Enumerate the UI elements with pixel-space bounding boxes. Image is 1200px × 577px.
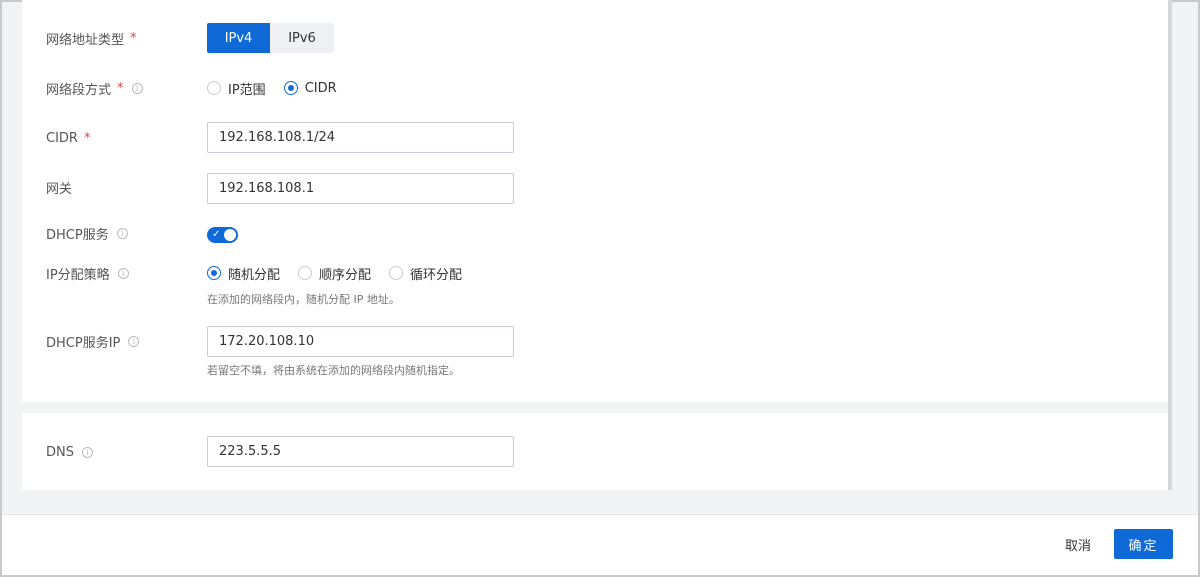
radio-round-robin[interactable]: 循环分配 xyxy=(389,264,462,283)
ip-strategy-label: IP分配策略 i xyxy=(46,263,129,283)
address-type-label: 网络地址类型 * xyxy=(46,28,137,48)
network-settings-card xyxy=(22,0,1168,402)
radio-cidr[interactable]: CIDR xyxy=(283,80,337,96)
ipv6-option[interactable]: IPv6 xyxy=(270,23,334,53)
info-icon[interactable]: i xyxy=(117,267,129,279)
address-type-segmented: IPv4 IPv6 xyxy=(207,23,334,53)
address-type-label-text: 网络地址类型 xyxy=(46,32,125,48)
info-icon[interactable]: i xyxy=(128,335,140,347)
dialog-footer xyxy=(2,514,1198,575)
segment-mode-label: 网络段方式 * i xyxy=(46,78,143,98)
cidr-input[interactable] xyxy=(207,122,514,153)
toggle-knob xyxy=(224,229,236,241)
segment-mode-radio-group: IP范围 CIDR xyxy=(207,78,355,98)
info-icon[interactable]: i xyxy=(116,227,128,239)
dns-label-text: DNS xyxy=(46,444,74,460)
dhcp-ip-hint: 若留空不填，将由系统在添加的网络段内随机指定。 xyxy=(207,364,460,377)
dhcp-ip-label-text: DHCP服务IP xyxy=(46,335,121,351)
radio-unchecked-icon xyxy=(389,266,404,280)
radio-checked-icon xyxy=(207,266,221,280)
dhcp-service-label-text: DHCP服务 xyxy=(46,227,109,243)
dns-input[interactable] xyxy=(207,436,514,467)
radio-unchecked-icon xyxy=(207,81,221,95)
dns-label: DNS i xyxy=(46,442,93,462)
ipv4-option[interactable]: IPv4 xyxy=(207,23,270,53)
required-mark: * xyxy=(130,30,137,46)
required-mark: * xyxy=(117,80,124,96)
info-icon[interactable]: i xyxy=(82,446,93,458)
cidr-label: CIDR * xyxy=(46,128,90,148)
cidr-label-text: CIDR xyxy=(46,130,78,146)
ip-strategy-label-text: IP分配策略 xyxy=(46,267,110,283)
check-icon: ✓ xyxy=(212,229,221,240)
radio-unchecked-icon xyxy=(298,266,313,280)
confirm-button[interactable]: 确定 xyxy=(1114,529,1173,559)
radio-random[interactable]: 随机分配 xyxy=(207,264,280,283)
radio-label: CIDR xyxy=(304,80,337,96)
radio-label: 循环分配 xyxy=(410,267,463,283)
dhcp-ip-label: DHCP服务IP i xyxy=(46,331,140,351)
gateway-label-text: 网关 xyxy=(46,181,73,197)
radio-label: IP范围 xyxy=(228,82,266,98)
dhcp-ip-input[interactable] xyxy=(207,326,514,357)
info-icon[interactable]: i xyxy=(131,82,143,94)
radio-sequential[interactable]: 顺序分配 xyxy=(298,264,371,283)
radio-label: 顺序分配 xyxy=(319,267,372,283)
dhcp-service-label: DHCP服务 i xyxy=(46,223,128,243)
radio-ip-range[interactable]: IP范围 xyxy=(207,79,266,98)
cancel-button[interactable]: 取消 xyxy=(1055,530,1101,558)
radio-checked-icon xyxy=(283,81,298,95)
required-mark: * xyxy=(83,130,91,146)
scrollbar[interactable] xyxy=(1168,0,1172,490)
ip-strategy-radio-group: 随机分配 顺序分配 循环分配 xyxy=(207,263,480,283)
gateway-input[interactable] xyxy=(207,173,514,204)
segment-mode-label-text: 网络段方式 xyxy=(46,82,112,98)
gateway-label: 网关 xyxy=(46,177,72,197)
radio-label: 随机分配 xyxy=(228,267,281,283)
ip-strategy-hint: 在添加的网络段内，随机分配 IP 地址。 xyxy=(207,293,400,306)
dns-settings-card xyxy=(22,413,1168,490)
dhcp-service-toggle[interactable]: ✓ xyxy=(207,227,238,243)
